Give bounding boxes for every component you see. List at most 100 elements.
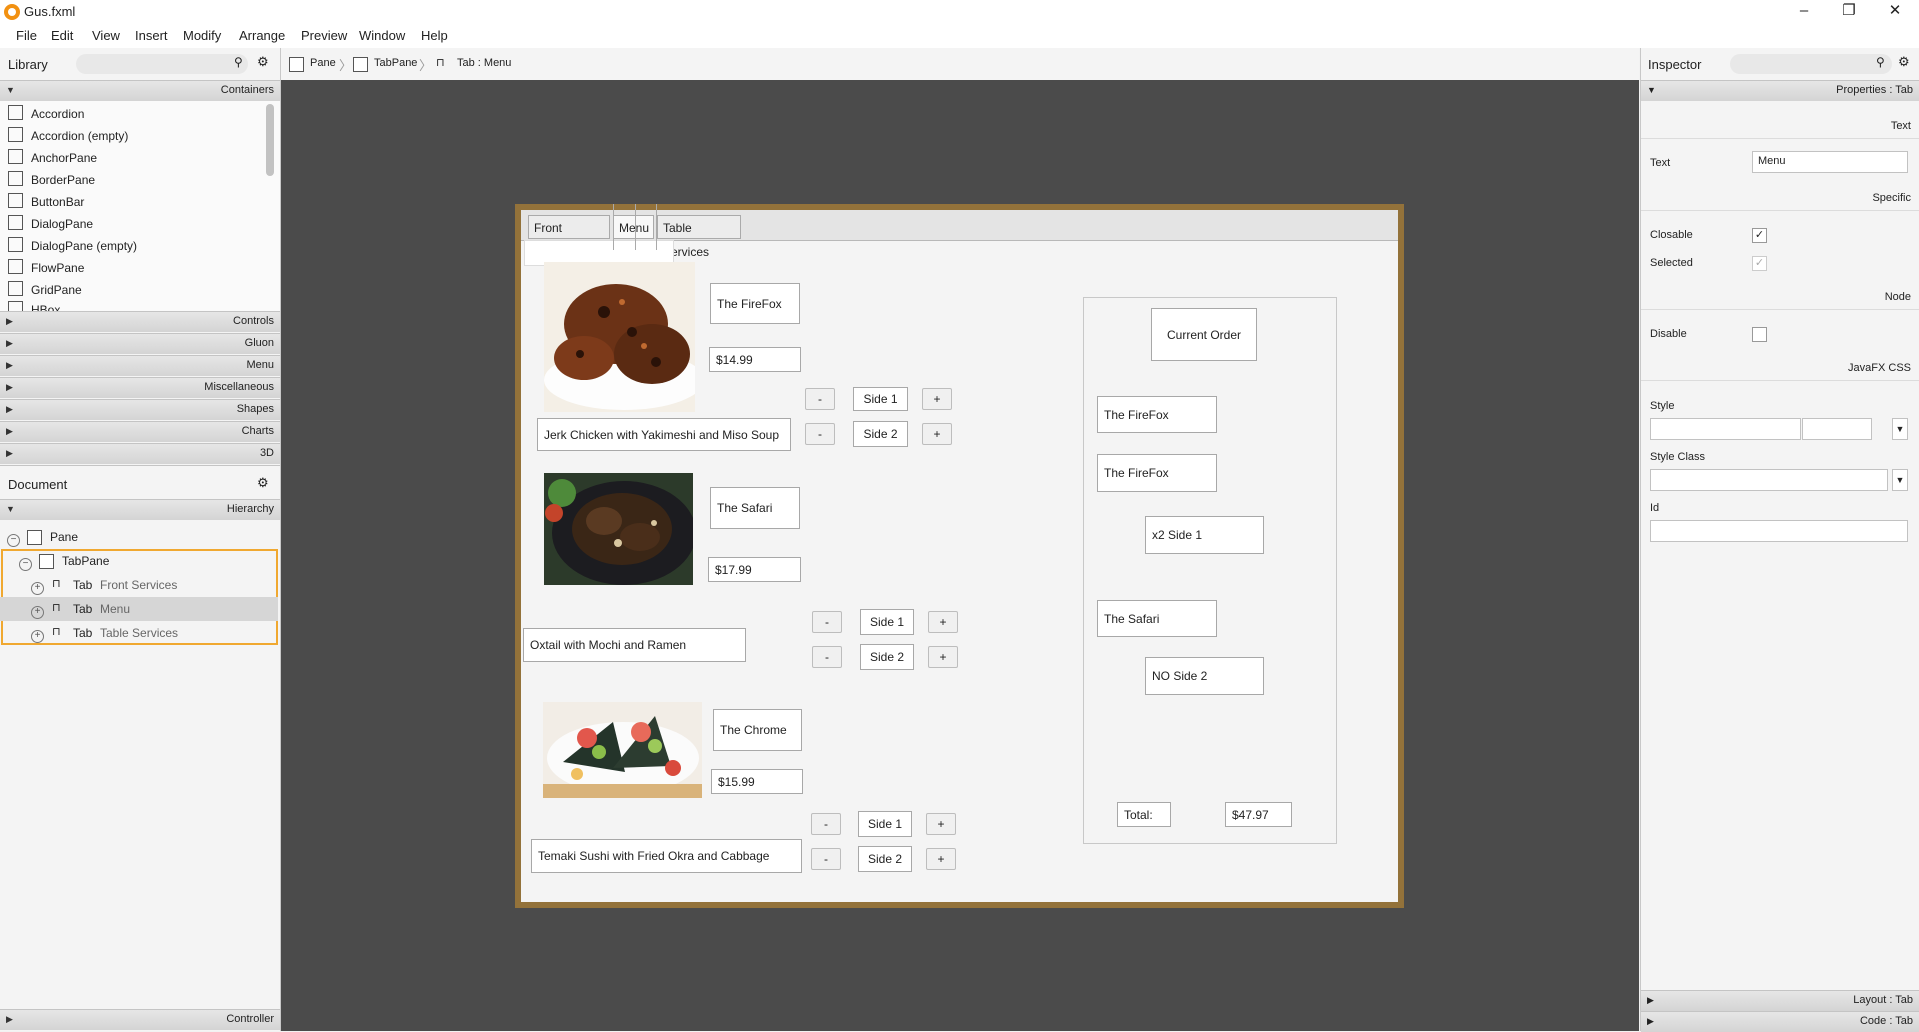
- minus-button[interactable]: -: [805, 388, 835, 410]
- menu-view[interactable]: View: [92, 28, 120, 43]
- expand-icon[interactable]: +: [31, 582, 44, 595]
- plus-button[interactable]: +: [922, 423, 952, 445]
- total-value[interactable]: $47.97: [1225, 802, 1292, 827]
- menu-preview[interactable]: Preview: [301, 28, 347, 43]
- plus-button[interactable]: +: [922, 388, 952, 410]
- library-item[interactable]: DialogPane (empty): [8, 237, 137, 259]
- item-name-firefox[interactable]: The FireFox: [710, 283, 800, 324]
- hierarchy-row-tab-menu[interactable]: + ⊓ Tab Menu: [0, 597, 278, 621]
- section-controls[interactable]: ▶ Controls: [0, 311, 280, 332]
- inspector-search-input[interactable]: [1730, 54, 1892, 74]
- item-price-firefox[interactable]: $14.99: [709, 347, 801, 372]
- menu-arrange[interactable]: Arrange: [239, 28, 285, 43]
- menu-file[interactable]: File: [16, 28, 37, 43]
- library-item[interactable]: AnchorPane: [8, 149, 97, 171]
- section-3d[interactable]: ▶ 3D: [0, 443, 280, 464]
- current-order-title[interactable]: Current Order: [1151, 308, 1257, 361]
- minus-button[interactable]: -: [811, 813, 841, 835]
- section-gluon[interactable]: ▶ Gluon: [0, 333, 280, 354]
- breadcrumb-tab[interactable]: Tab : Menu: [457, 57, 511, 69]
- gear-icon[interactable]: ⚙: [257, 475, 269, 491]
- maximize-button[interactable]: ❐: [1826, 0, 1872, 24]
- text-field[interactable]: Menu: [1752, 151, 1908, 173]
- disable-checkbox[interactable]: [1752, 327, 1767, 342]
- plus-button[interactable]: +: [928, 611, 958, 633]
- library-item[interactable]: Accordion: [8, 105, 84, 127]
- chevron-down-icon[interactable]: ▼: [1892, 418, 1908, 440]
- library-search-input[interactable]: [76, 54, 248, 74]
- menu-help[interactable]: Help: [421, 28, 448, 43]
- menu-window[interactable]: Window: [359, 28, 405, 43]
- order-line[interactable]: The FireFox: [1097, 396, 1217, 433]
- hierarchy-row-tabpane[interactable]: − TabPane: [0, 549, 278, 573]
- section-hierarchy[interactable]: ▼ Hierarchy: [0, 499, 280, 520]
- chevron-down-icon[interactable]: ▼: [1892, 469, 1908, 491]
- plus-button[interactable]: +: [926, 848, 956, 870]
- order-line[interactable]: x2 Side 1: [1145, 516, 1264, 554]
- collapse-icon[interactable]: −: [7, 534, 20, 547]
- minus-button[interactable]: -: [812, 646, 842, 668]
- id-field[interactable]: [1650, 520, 1908, 542]
- section-containers[interactable]: ▼ Containers: [0, 80, 280, 101]
- minus-button[interactable]: -: [805, 423, 835, 445]
- section-controller[interactable]: ▶ Controller: [0, 1009, 280, 1030]
- order-line[interactable]: The FireFox: [1097, 454, 1217, 492]
- item-desc-safari[interactable]: Oxtail with Mochi and Ramen: [523, 628, 746, 662]
- side-2-field[interactable]: Side 2: [853, 421, 908, 447]
- item-price-chrome[interactable]: $15.99: [711, 769, 803, 794]
- style-value-field[interactable]: [1802, 418, 1872, 440]
- gear-icon[interactable]: ⚙: [257, 54, 269, 70]
- menu-insert[interactable]: Insert: [135, 28, 168, 43]
- gear-icon[interactable]: ⚙: [1898, 54, 1910, 70]
- section-charts[interactable]: ▶ Charts: [0, 421, 280, 442]
- code-header[interactable]: ▶ Code : Tab: [1641, 1011, 1919, 1032]
- tab-front-services[interactable]: Front Services: [528, 215, 610, 259]
- breadcrumb-pane[interactable]: Pane: [310, 57, 336, 69]
- hierarchy-row-tab-front-services[interactable]: + ⊓ Tab Front Services: [0, 573, 278, 597]
- style-field[interactable]: [1650, 418, 1801, 440]
- library-item[interactable]: DialogPane: [8, 215, 93, 237]
- order-line[interactable]: NO Side 2: [1145, 657, 1264, 695]
- library-item[interactable]: Accordion (empty): [8, 127, 128, 149]
- collapse-icon[interactable]: −: [19, 558, 32, 571]
- minus-button[interactable]: -: [812, 611, 842, 633]
- total-label[interactable]: Total:: [1117, 802, 1171, 827]
- expand-icon[interactable]: +: [31, 606, 44, 619]
- tab-table-services[interactable]: Table Services: [657, 215, 741, 259]
- close-button[interactable]: ✕: [1872, 0, 1918, 24]
- style-class-field[interactable]: [1650, 469, 1888, 491]
- item-price-safari[interactable]: $17.99: [708, 557, 801, 582]
- side-2-field[interactable]: Side 2: [858, 846, 912, 872]
- menu-modify[interactable]: Modify: [183, 28, 221, 43]
- breadcrumb-tabpane[interactable]: TabPane: [374, 57, 417, 69]
- section-menu[interactable]: ▶ Menu: [0, 355, 280, 376]
- side-1-field[interactable]: Side 1: [858, 811, 912, 837]
- section-miscellaneous[interactable]: ▶ Miscellaneous: [0, 377, 280, 398]
- section-shapes[interactable]: ▶ Shapes: [0, 399, 280, 420]
- library-item[interactable]: GridPane: [8, 281, 82, 303]
- library-item[interactable]: HBox: [8, 301, 60, 311]
- expand-icon[interactable]: +: [31, 630, 44, 643]
- layout-header[interactable]: ▶ Layout : Tab: [1641, 990, 1919, 1011]
- item-name-safari[interactable]: The Safari: [710, 487, 800, 529]
- library-item[interactable]: FlowPane: [8, 259, 84, 281]
- minus-button[interactable]: -: [811, 848, 841, 870]
- hierarchy-row-pane[interactable]: − Pane: [0, 525, 278, 549]
- item-desc-firefox[interactable]: Jerk Chicken with Yakimeshi and Miso Sou…: [537, 418, 791, 451]
- library-scrollbar[interactable]: [266, 104, 274, 176]
- minimize-button[interactable]: –: [1781, 0, 1827, 24]
- side-1-field[interactable]: Side 1: [853, 387, 908, 411]
- menu-edit[interactable]: Edit: [51, 28, 73, 43]
- plus-button[interactable]: +: [926, 813, 956, 835]
- properties-header[interactable]: ▼ Properties : Tab: [1641, 80, 1919, 101]
- closable-checkbox[interactable]: ✓: [1752, 228, 1767, 243]
- item-desc-chrome[interactable]: Temaki Sushi with Fried Okra and Cabbage: [531, 839, 802, 873]
- order-line[interactable]: The Safari: [1097, 600, 1217, 637]
- side-2-field[interactable]: Side 2: [860, 644, 914, 670]
- item-name-chrome[interactable]: The Chrome: [713, 709, 802, 751]
- tab-menu[interactable]: Menu: [613, 215, 654, 239]
- hierarchy-row-tab-table-services[interactable]: + ⊓ Tab Table Services: [0, 621, 278, 645]
- plus-button[interactable]: +: [928, 646, 958, 668]
- library-item[interactable]: ButtonBar: [8, 193, 84, 215]
- side-1-field[interactable]: Side 1: [860, 609, 914, 635]
